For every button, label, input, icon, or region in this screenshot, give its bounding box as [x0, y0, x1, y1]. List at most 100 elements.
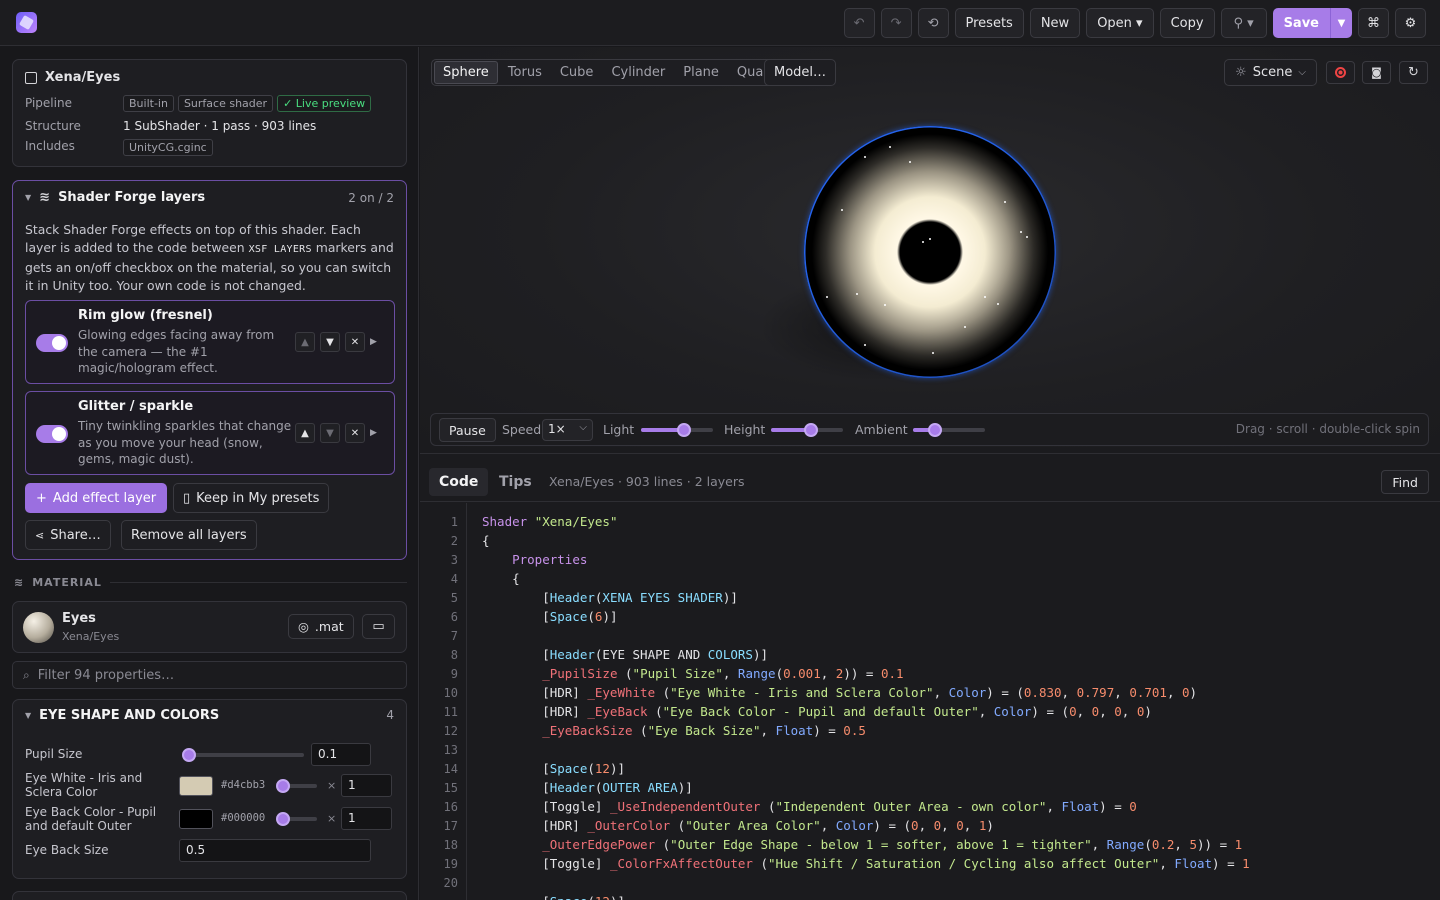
- shape-cube[interactable]: Cube: [552, 62, 602, 83]
- line-number: 15: [443, 781, 458, 795]
- code-line: _PupilSize ("Pupil Size", Range(0.001, 2…: [542, 666, 904, 681]
- viewport-hint: Drag · scroll · double-click spin: [1235, 422, 1420, 436]
- line-number: 18: [443, 838, 458, 852]
- move-down-button[interactable]: ▼: [320, 332, 340, 352]
- line-number: 19: [443, 857, 458, 871]
- reset-view-button[interactable]: ↻: [1399, 61, 1428, 84]
- code-line: {: [482, 571, 520, 586]
- shape-sphere[interactable]: Sphere: [434, 61, 498, 84]
- open-button[interactable]: Open ▾: [1086, 8, 1154, 38]
- filter-properties-input[interactable]: [37, 667, 378, 683]
- eye-back-swatch[interactable]: [179, 809, 213, 829]
- line-number: 1: [450, 515, 458, 529]
- add-effect-layer-button[interactable]: + Add effect layer: [25, 483, 168, 513]
- remove-all-layers-button[interactable]: Remove all layers: [121, 520, 257, 550]
- line-number: 6: [450, 610, 458, 624]
- tab-tips[interactable]: Tips: [489, 468, 542, 496]
- eye-back-intensity-input[interactable]: 1: [341, 807, 392, 830]
- pause-button[interactable]: Pause: [439, 418, 496, 442]
- remove-layer-button[interactable]: ✕: [345, 332, 365, 352]
- sparkle: [889, 146, 891, 148]
- remove-layer-button[interactable]: ✕: [345, 423, 365, 443]
- save-button[interactable]: Save: [1273, 8, 1330, 38]
- history-button[interactable]: ⟲: [917, 8, 949, 38]
- move-up-button[interactable]: ▲: [295, 423, 315, 443]
- eye-back-size-input[interactable]: 0.5: [179, 839, 371, 862]
- settings-icon: ⚙: [1404, 15, 1417, 31]
- left-panel: Xena/Eyes Pipeline Built-in Surface shad…: [0, 47, 419, 900]
- slider-knob[interactable]: [803, 423, 818, 437]
- eye-group-header[interactable]: ▼ EYE SHAPE AND COLORS: [25, 708, 219, 723]
- slider-knob[interactable]: [927, 423, 942, 437]
- speed-select[interactable]: 1× ⌵: [542, 419, 593, 441]
- screenshot-button[interactable]: ◙: [1362, 61, 1391, 84]
- mat-export-button[interactable]: ◎ .mat: [288, 614, 354, 639]
- height-slider[interactable]: [771, 423, 843, 437]
- expand-layer-icon[interactable]: ▶: [370, 428, 377, 438]
- undo-button[interactable]: ↶: [843, 8, 875, 38]
- move-down-button[interactable]: ▼: [320, 423, 340, 443]
- chevron-down-icon: ⌵: [1298, 67, 1306, 78]
- remove-all-layers-label: Remove all layers: [131, 527, 247, 543]
- find-button[interactable]: Find: [1381, 470, 1429, 494]
- sparkle: [997, 303, 999, 305]
- command-palette-button[interactable]: ⌘: [1358, 8, 1389, 38]
- expand-layer-icon[interactable]: ▶: [370, 337, 377, 347]
- eye-white-intensity-input[interactable]: 1: [341, 774, 392, 797]
- preview-viewport[interactable]: Sphere Torus Cube Cylinder Plane Quad Mo…: [420, 47, 1440, 447]
- settings-button[interactable]: ⚙: [1395, 8, 1426, 38]
- pin-menu-button[interactable]: ⚲ ▾: [1220, 8, 1267, 38]
- height-label: Height: [724, 422, 766, 437]
- model-button[interactable]: Model…: [764, 59, 837, 86]
- open-folder-button[interactable]: ▭: [362, 614, 395, 639]
- chip-live-preview: ✓ Live preview: [277, 95, 372, 112]
- material-preview-sphere: [23, 612, 54, 643]
- move-up-button[interactable]: ▲: [295, 332, 315, 352]
- chevron-down-icon: ⌵: [579, 422, 587, 433]
- shape-plane[interactable]: Plane: [675, 62, 727, 83]
- pupil-size-input[interactable]: 0.1: [311, 743, 371, 766]
- layers-header[interactable]: ▼ ≋ Shader Forge layers: [25, 190, 205, 205]
- sparkle: [864, 344, 866, 346]
- slider-knob[interactable]: [276, 812, 290, 826]
- slider-knob[interactable]: [276, 779, 290, 793]
- presets-button[interactable]: Presets: [954, 8, 1024, 38]
- save-menu-chevron-icon[interactable]: ▼: [1330, 8, 1352, 38]
- material-card: Eyes Xena/Eyes ◎ .mat ▭: [12, 601, 407, 653]
- copy-button[interactable]: Copy: [1159, 8, 1215, 38]
- sparkle: [984, 296, 986, 298]
- slider-knob[interactable]: [182, 748, 197, 762]
- layer-toggle[interactable]: [36, 425, 68, 443]
- new-button[interactable]: New: [1029, 8, 1081, 38]
- speed-value: 1×: [548, 422, 566, 436]
- share-button[interactable]: ⋖ Share…: [25, 520, 111, 550]
- redo-button[interactable]: ↷: [880, 8, 912, 38]
- code-line: [HDR] _OuterColor ("Outer Area Color", C…: [482, 818, 994, 833]
- ambient-slider[interactable]: [913, 423, 985, 437]
- eye-back-intensity-slider[interactable]: [276, 812, 317, 826]
- layers-count: 2 on / 2: [348, 191, 394, 205]
- eye-white-swatch[interactable]: [179, 776, 213, 796]
- record-button[interactable]: [1326, 61, 1355, 84]
- code-line: [Toggle] _UseIndependentOuter ("Independ…: [482, 799, 1137, 814]
- code-editor[interactable]: 1 2 3 4 5 6 7 8 9 10 11 12 13 14 15 16 1…: [420, 503, 1440, 900]
- shape-cylinder[interactable]: Cylinder: [603, 62, 673, 83]
- panel-resize-handle[interactable]: [420, 453, 1440, 454]
- scene-dropdown[interactable]: ☼ Scene ⌵: [1224, 59, 1317, 86]
- cube-icon: [25, 71, 37, 84]
- code-line: [Header(XENA EYES SHADER)]: [482, 590, 738, 605]
- keep-in-presets-button[interactable]: ▯ Keep in My presets: [173, 483, 330, 513]
- slider-knob[interactable]: [677, 423, 692, 437]
- eye-white-intensity-slider[interactable]: [276, 779, 317, 793]
- tab-code[interactable]: Code: [429, 468, 489, 496]
- filter-properties: ⌕: [12, 661, 407, 689]
- eye-white-label: Eye White - Iris and Sclera Color: [25, 771, 143, 799]
- collapse-chevron-icon: ▼: [25, 711, 32, 720]
- structure-label: Structure: [25, 119, 81, 133]
- shader-title: Xena/Eyes: [25, 70, 120, 85]
- light-slider[interactable]: [641, 423, 713, 437]
- share-icon: ⋖: [35, 528, 45, 542]
- layer-toggle[interactable]: [36, 334, 68, 352]
- pupil-size-slider[interactable]: [182, 748, 304, 762]
- shape-torus[interactable]: Torus: [500, 62, 550, 83]
